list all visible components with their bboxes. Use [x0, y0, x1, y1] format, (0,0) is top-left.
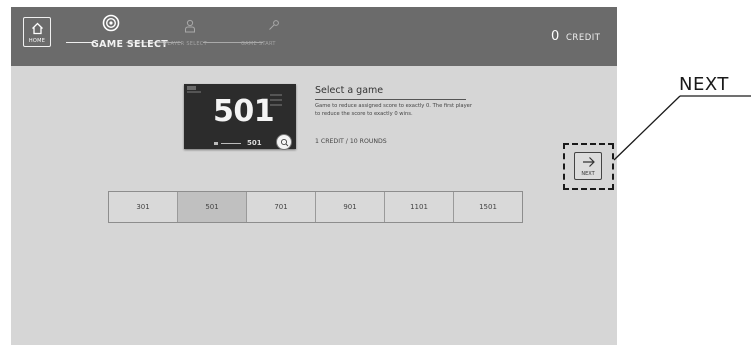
callout-label: NEXT — [679, 74, 729, 95]
callout-line — [613, 95, 751, 161]
